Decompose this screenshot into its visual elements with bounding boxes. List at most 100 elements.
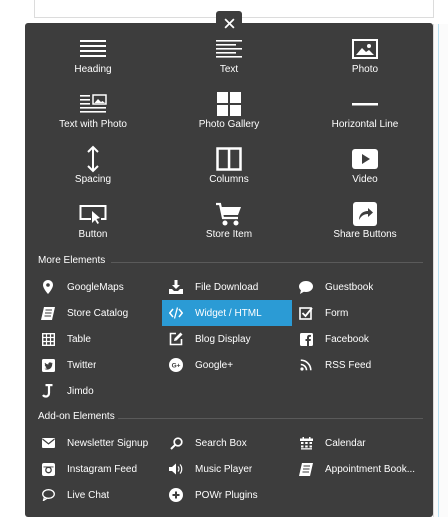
- element-label: Guestbook: [325, 281, 374, 293]
- element-label: Photo Gallery: [198, 119, 260, 130]
- element-photo-gallery[interactable]: Photo Gallery: [161, 90, 297, 145]
- element-store-item[interactable]: Store Item: [161, 200, 297, 255]
- element-label: Heading: [74, 64, 112, 75]
- element-label: RSS Feed: [325, 359, 372, 371]
- addon-elements-title: Add-on Elements: [38, 411, 115, 422]
- element-label: Photo: [351, 64, 379, 75]
- element-instagram-feed[interactable]: Instagram Feed: [34, 456, 162, 482]
- calendar-icon: [298, 435, 314, 451]
- element-search-box[interactable]: Search Box: [162, 430, 292, 456]
- speech-bubble-icon: [298, 279, 314, 295]
- jimdo-icon: [40, 383, 56, 399]
- checkbox-icon: [298, 305, 314, 321]
- cart-icon: [209, 200, 249, 228]
- element-label: Google+: [195, 359, 234, 371]
- element-live-chat[interactable]: Live Chat: [34, 482, 162, 508]
- spacing-icon: [73, 145, 113, 173]
- text-icon: [209, 35, 249, 63]
- edit-icon: [168, 331, 184, 347]
- chat-bubble-icon: [40, 487, 56, 503]
- element-music-player[interactable]: Music Player: [162, 456, 292, 482]
- search-icon: [168, 435, 184, 451]
- section-divider: [111, 262, 423, 263]
- element-heading[interactable]: Heading: [25, 35, 161, 90]
- element-label: Table: [67, 333, 91, 345]
- element-label: Live Chat: [67, 489, 110, 501]
- element-jimdo[interactable]: Jimdo: [34, 378, 162, 404]
- add-element-panel: Heading Text Photo Text with Photo Photo…: [25, 11, 433, 517]
- envelope-icon: [40, 435, 56, 451]
- element-label: Share Buttons: [333, 229, 397, 240]
- element-google-plus[interactable]: G+ Google+: [162, 352, 292, 378]
- heading-icon: [73, 35, 113, 63]
- element-file-download[interactable]: File Download: [162, 274, 292, 300]
- element-blog-display[interactable]: Blog Display: [162, 326, 292, 352]
- element-video[interactable]: Video: [297, 145, 433, 200]
- element-label: Button: [78, 229, 108, 240]
- speaker-icon: [168, 461, 184, 477]
- addon-elements-list: Newsletter Signup Search Box Calendar In…: [34, 430, 424, 508]
- code-icon: [168, 305, 184, 321]
- photo-icon: [345, 35, 385, 63]
- element-label: Form: [325, 307, 349, 319]
- map-pin-icon: [40, 279, 56, 295]
- element-widget-html[interactable]: Widget / HTML: [162, 300, 292, 326]
- element-label: Twitter: [67, 359, 97, 371]
- element-horizontal-line[interactable]: Horizontal Line: [297, 90, 433, 145]
- element-label: Columns: [209, 174, 249, 185]
- share-icon: [345, 200, 385, 228]
- download-icon: [168, 279, 184, 295]
- element-label: POWr Plugins: [195, 489, 258, 501]
- svg-text:G+: G+: [172, 363, 181, 370]
- facebook-icon: [298, 331, 314, 347]
- element-calendar[interactable]: Calendar: [292, 430, 424, 456]
- element-newsletter-signup[interactable]: Newsletter Signup: [34, 430, 162, 456]
- selection-line: [438, 24, 439, 517]
- element-text[interactable]: Text: [161, 35, 297, 90]
- element-text-with-photo[interactable]: Text with Photo: [25, 90, 161, 145]
- element-twitter[interactable]: Twitter: [34, 352, 162, 378]
- element-label: Text: [219, 64, 239, 75]
- photo-gallery-icon: [209, 90, 249, 118]
- element-appointment-booking[interactable]: Appointment Book...: [292, 456, 424, 482]
- element-button[interactable]: Button: [25, 200, 161, 255]
- element-powr-plugins[interactable]: POWr Plugins: [162, 482, 292, 508]
- twitter-icon: [40, 357, 56, 373]
- horizontal-line-icon: [345, 90, 385, 118]
- columns-icon: [209, 145, 249, 173]
- google-plus-icon: G+: [168, 357, 184, 373]
- video-icon: [345, 145, 385, 173]
- element-label: Newsletter Signup: [67, 437, 149, 449]
- element-label: Calendar: [325, 437, 366, 449]
- text-with-photo-icon: [73, 90, 113, 118]
- page-right-edge: [433, 24, 448, 517]
- element-google-maps[interactable]: GoogleMaps: [34, 274, 162, 300]
- element-facebook[interactable]: Facebook: [292, 326, 424, 352]
- element-label: Store Catalog: [67, 307, 129, 319]
- element-label: Text with Photo: [59, 119, 127, 130]
- element-label: Jimdo: [67, 385, 94, 397]
- element-label: Horizontal Line: [331, 119, 399, 130]
- element-store-catalog[interactable]: Store Catalog: [34, 300, 162, 326]
- element-form[interactable]: Form: [292, 300, 424, 326]
- instagram-icon: [40, 461, 56, 477]
- element-label: Music Player: [195, 463, 253, 475]
- element-label: Spacing: [74, 174, 112, 185]
- element-label: File Download: [195, 281, 259, 293]
- button-icon: [73, 200, 113, 228]
- element-table[interactable]: Table: [34, 326, 162, 352]
- element-label: Widget / HTML: [195, 307, 262, 319]
- element-columns[interactable]: Columns: [161, 145, 297, 200]
- plus-circle-icon: [168, 487, 184, 503]
- element-label: Search Box: [195, 437, 247, 449]
- element-photo[interactable]: Photo: [297, 35, 433, 90]
- element-share-buttons[interactable]: Share Buttons: [297, 200, 433, 255]
- element-label: Blog Display: [195, 333, 251, 345]
- element-rss-feed[interactable]: RSS Feed: [292, 352, 424, 378]
- close-button[interactable]: [216, 11, 242, 35]
- section-divider: [118, 418, 423, 419]
- appointment-book-icon: [298, 461, 314, 477]
- element-spacing[interactable]: Spacing: [25, 145, 161, 200]
- element-label: Facebook: [325, 333, 369, 345]
- element-guestbook[interactable]: Guestbook: [292, 274, 424, 300]
